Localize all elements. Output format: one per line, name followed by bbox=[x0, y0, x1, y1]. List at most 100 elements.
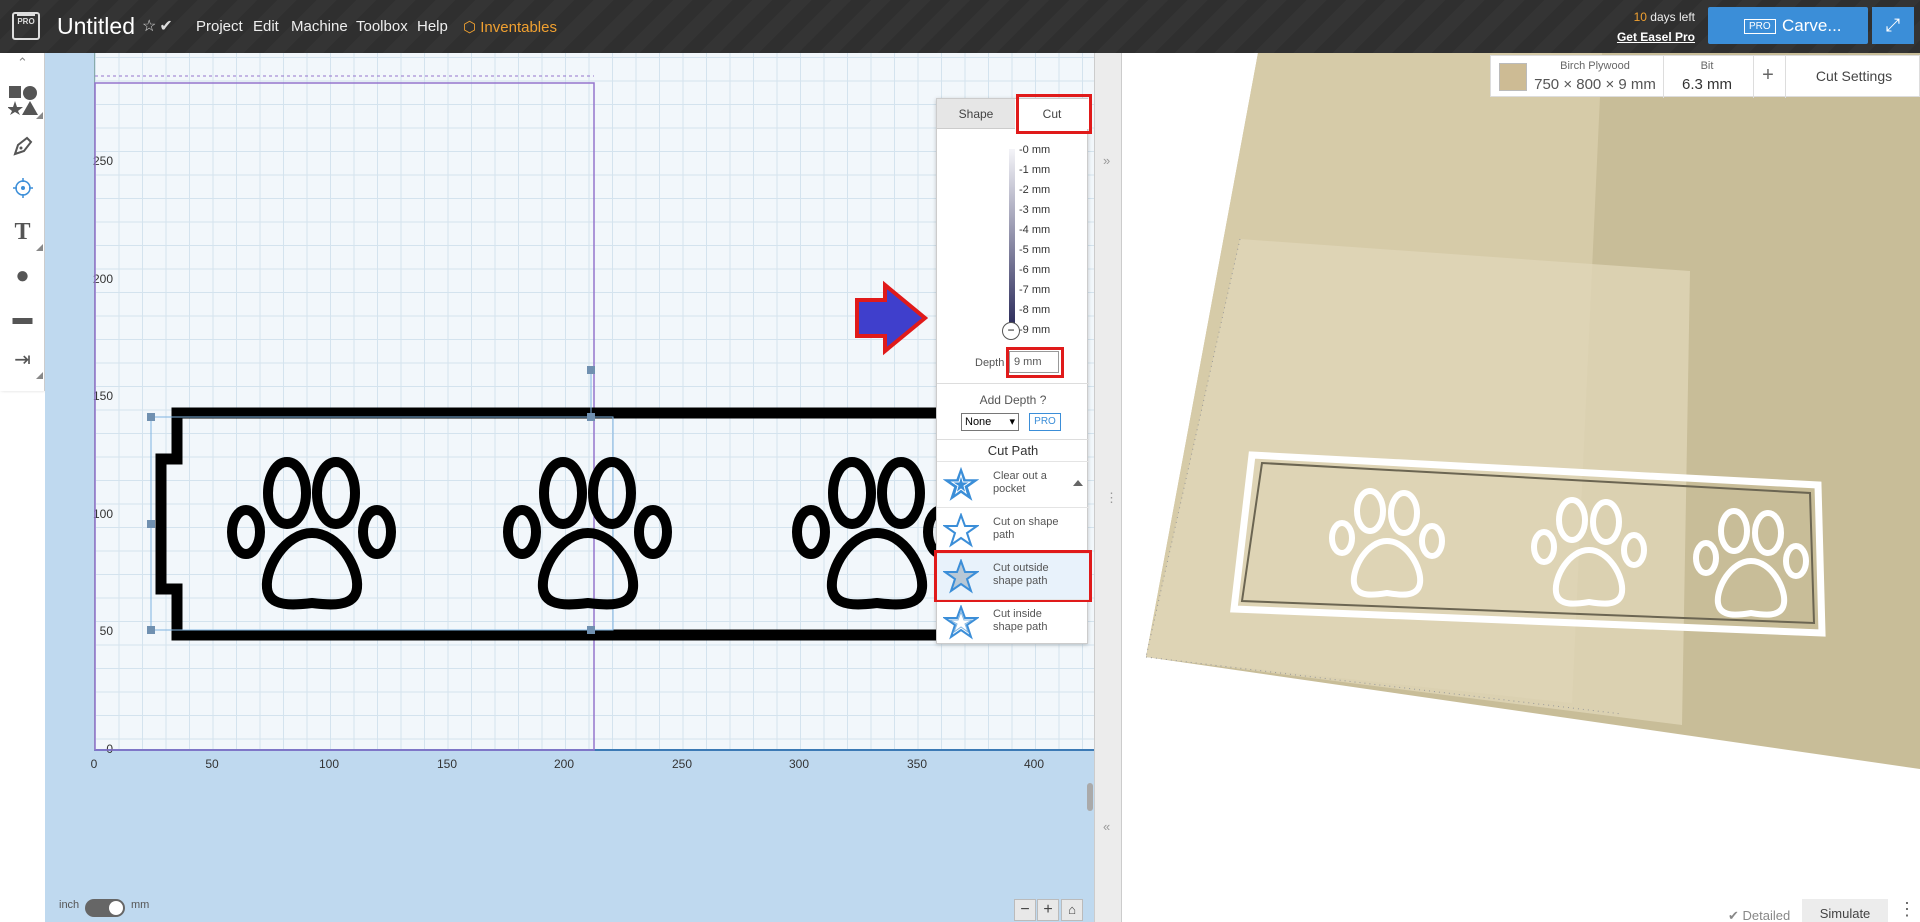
menu-project[interactable]: Project bbox=[196, 18, 243, 35]
add-bit-button[interactable]: + bbox=[1753, 64, 1783, 87]
shapes-icon[interactable] bbox=[0, 79, 45, 121]
panel-divider[interactable]: » ⋮ « bbox=[1087, 53, 1122, 922]
tab-shape[interactable]: Shape bbox=[937, 99, 1015, 129]
bit-value[interactable]: 6.3 mm bbox=[1667, 76, 1747, 93]
depth-tick: -8 mm bbox=[1019, 304, 1051, 316]
depth-slider-handle[interactable]: − bbox=[1002, 322, 1020, 340]
bit-label[interactable]: Bit bbox=[1667, 60, 1747, 72]
x-tick: 200 bbox=[553, 757, 575, 771]
resize-handle bbox=[587, 626, 595, 634]
zoom-in-button[interactable]: + bbox=[1037, 899, 1059, 921]
x-tick: 400 bbox=[1023, 757, 1045, 771]
resize-handle bbox=[587, 413, 595, 421]
option-clear-pocket[interactable]: Clear out a pocket bbox=[937, 461, 1089, 507]
simulate-button[interactable]: Simulate bbox=[1802, 899, 1888, 922]
inside-star-icon bbox=[943, 605, 979, 640]
favorite-star-icon[interactable]: ☆✔ bbox=[142, 16, 176, 36]
depth-tick: -7 mm bbox=[1019, 284, 1051, 296]
pro-button[interactable]: PRO bbox=[1029, 413, 1061, 431]
add-depth-label: Add Depth ? bbox=[979, 393, 1047, 407]
collapse-chevron-icon[interactable]: ⌃ bbox=[0, 53, 45, 79]
pocket-star-icon bbox=[943, 467, 979, 501]
more-options-icon[interactable]: ⋮ bbox=[1898, 899, 1916, 920]
3d-preview[interactable]: Birch Plywood 750 × 800 × 9 mm Bit 6.3 m… bbox=[1122, 53, 1920, 922]
unit-mm-label: mm bbox=[131, 899, 150, 911]
apps-icon[interactable]: ▬ bbox=[0, 297, 45, 339]
x-tick: 150 bbox=[436, 757, 458, 771]
carve-button[interactable]: PRO Carve... bbox=[1708, 7, 1868, 44]
inventables-link[interactable]: ⬡ Inventables bbox=[463, 18, 557, 36]
paw-print bbox=[503, 457, 672, 610]
depth-tick: -3 mm bbox=[1019, 204, 1051, 216]
left-toolbar: ⌃ T ● ▬ ⇥ bbox=[0, 53, 45, 391]
menu-help[interactable]: Help bbox=[417, 18, 448, 35]
option-cut-on-path[interactable]: Cut on shape path bbox=[937, 507, 1089, 553]
add-depth-select[interactable]: None ▾ bbox=[961, 413, 1019, 431]
check-icon: ✔ bbox=[1728, 908, 1743, 922]
menu-machine[interactable]: Machine bbox=[291, 18, 348, 35]
rotate-handle bbox=[587, 366, 595, 374]
apple-icon[interactable]: ● bbox=[0, 255, 45, 297]
x-tick: 250 bbox=[671, 757, 693, 771]
expand-right-icon[interactable]: » bbox=[1103, 153, 1110, 168]
home-icon[interactable]: ⌂ bbox=[1061, 899, 1083, 921]
highlight-depth-input bbox=[1006, 347, 1064, 378]
material-bar: Birch Plywood 750 × 800 × 9 mm Bit 6.3 m… bbox=[1490, 55, 1920, 98]
option-cut-inside-path[interactable]: Cut inside shape path bbox=[937, 599, 1089, 645]
detailed-toggle[interactable]: ✔ Detailed bbox=[1728, 908, 1790, 922]
resize-handle bbox=[147, 413, 155, 421]
import-icon[interactable]: ⇥ bbox=[0, 339, 45, 381]
pro-badge: PRO bbox=[1744, 19, 1776, 34]
material-swatch[interactable] bbox=[1499, 63, 1527, 91]
trial-days-left: 10 days left bbox=[1633, 10, 1695, 24]
canvas-scrollbar[interactable] bbox=[1087, 783, 1093, 811]
depth-tick: -2 mm bbox=[1019, 184, 1051, 196]
depth-tick: -0 mm bbox=[1019, 144, 1051, 156]
inventables-icon: ⬡ bbox=[463, 19, 481, 36]
depth-tick: -5 mm bbox=[1019, 244, 1051, 256]
unit-inch-label: inch bbox=[59, 899, 80, 911]
carve-label: Carve... bbox=[1782, 16, 1842, 35]
x-tick: 0 bbox=[90, 757, 98, 771]
pen-tool-icon[interactable] bbox=[0, 125, 45, 167]
collapse-left-icon[interactable]: « bbox=[1103, 819, 1110, 834]
chevron-up-icon bbox=[1073, 480, 1083, 486]
annotation-arrow-icon bbox=[855, 280, 929, 356]
top-bar: PRO Untitled ☆✔ Project Edit Machine Too… bbox=[0, 0, 1920, 53]
depth-tick: -1 mm bbox=[1019, 164, 1051, 176]
x-tick: 350 bbox=[906, 757, 928, 771]
point-tool-icon[interactable] bbox=[0, 167, 45, 209]
paw-print bbox=[227, 457, 396, 610]
easel-logo[interactable]: PRO bbox=[12, 12, 40, 40]
resize-handle bbox=[147, 626, 155, 634]
help-icon[interactable]: ? bbox=[1040, 393, 1047, 407]
depth-tick: -9 mm bbox=[1019, 324, 1051, 336]
resize-handle bbox=[147, 520, 155, 528]
depth-tick: -4 mm bbox=[1019, 224, 1051, 236]
expand-icon[interactable]: ⤢ bbox=[1872, 7, 1914, 44]
zoom-out-button[interactable]: − bbox=[1014, 899, 1036, 921]
x-tick: 300 bbox=[788, 757, 810, 771]
get-easel-pro-link[interactable]: Get Easel Pro bbox=[1590, 30, 1695, 44]
drag-handle-icon[interactable]: ⋮ bbox=[1105, 490, 1118, 506]
cut-path-title: Cut Path bbox=[987, 443, 1039, 458]
menu-toolbox[interactable]: Toolbox bbox=[356, 18, 408, 35]
on-path-star-icon bbox=[943, 513, 979, 548]
chevron-down-icon: ▾ bbox=[1009, 416, 1015, 428]
project-title[interactable]: Untitled bbox=[57, 13, 135, 40]
material-dimensions[interactable]: 750 × 800 × 9 mm bbox=[1531, 76, 1659, 93]
text-tool-icon[interactable]: T bbox=[0, 211, 45, 253]
depth-tick: -6 mm bbox=[1019, 264, 1051, 276]
depth-slider[interactable] bbox=[1009, 149, 1015, 327]
preview-render[interactable] bbox=[1122, 53, 1920, 922]
x-tick: 50 bbox=[205, 757, 219, 771]
highlight-outside-option bbox=[934, 550, 1092, 602]
cut-settings-button[interactable]: Cut Settings bbox=[1789, 68, 1919, 84]
x-tick: 100 bbox=[318, 757, 340, 771]
highlight-cut-tab bbox=[1016, 94, 1092, 134]
unit-toggle[interactable] bbox=[85, 899, 125, 917]
material-name[interactable]: Birch Plywood bbox=[1533, 60, 1657, 72]
cut-panel: Shape Cut -0 mm -1 mm -2 mm -3 mm -4 mm … bbox=[934, 94, 1092, 645]
paw-print bbox=[792, 457, 961, 610]
menu-edit[interactable]: Edit bbox=[253, 18, 279, 35]
